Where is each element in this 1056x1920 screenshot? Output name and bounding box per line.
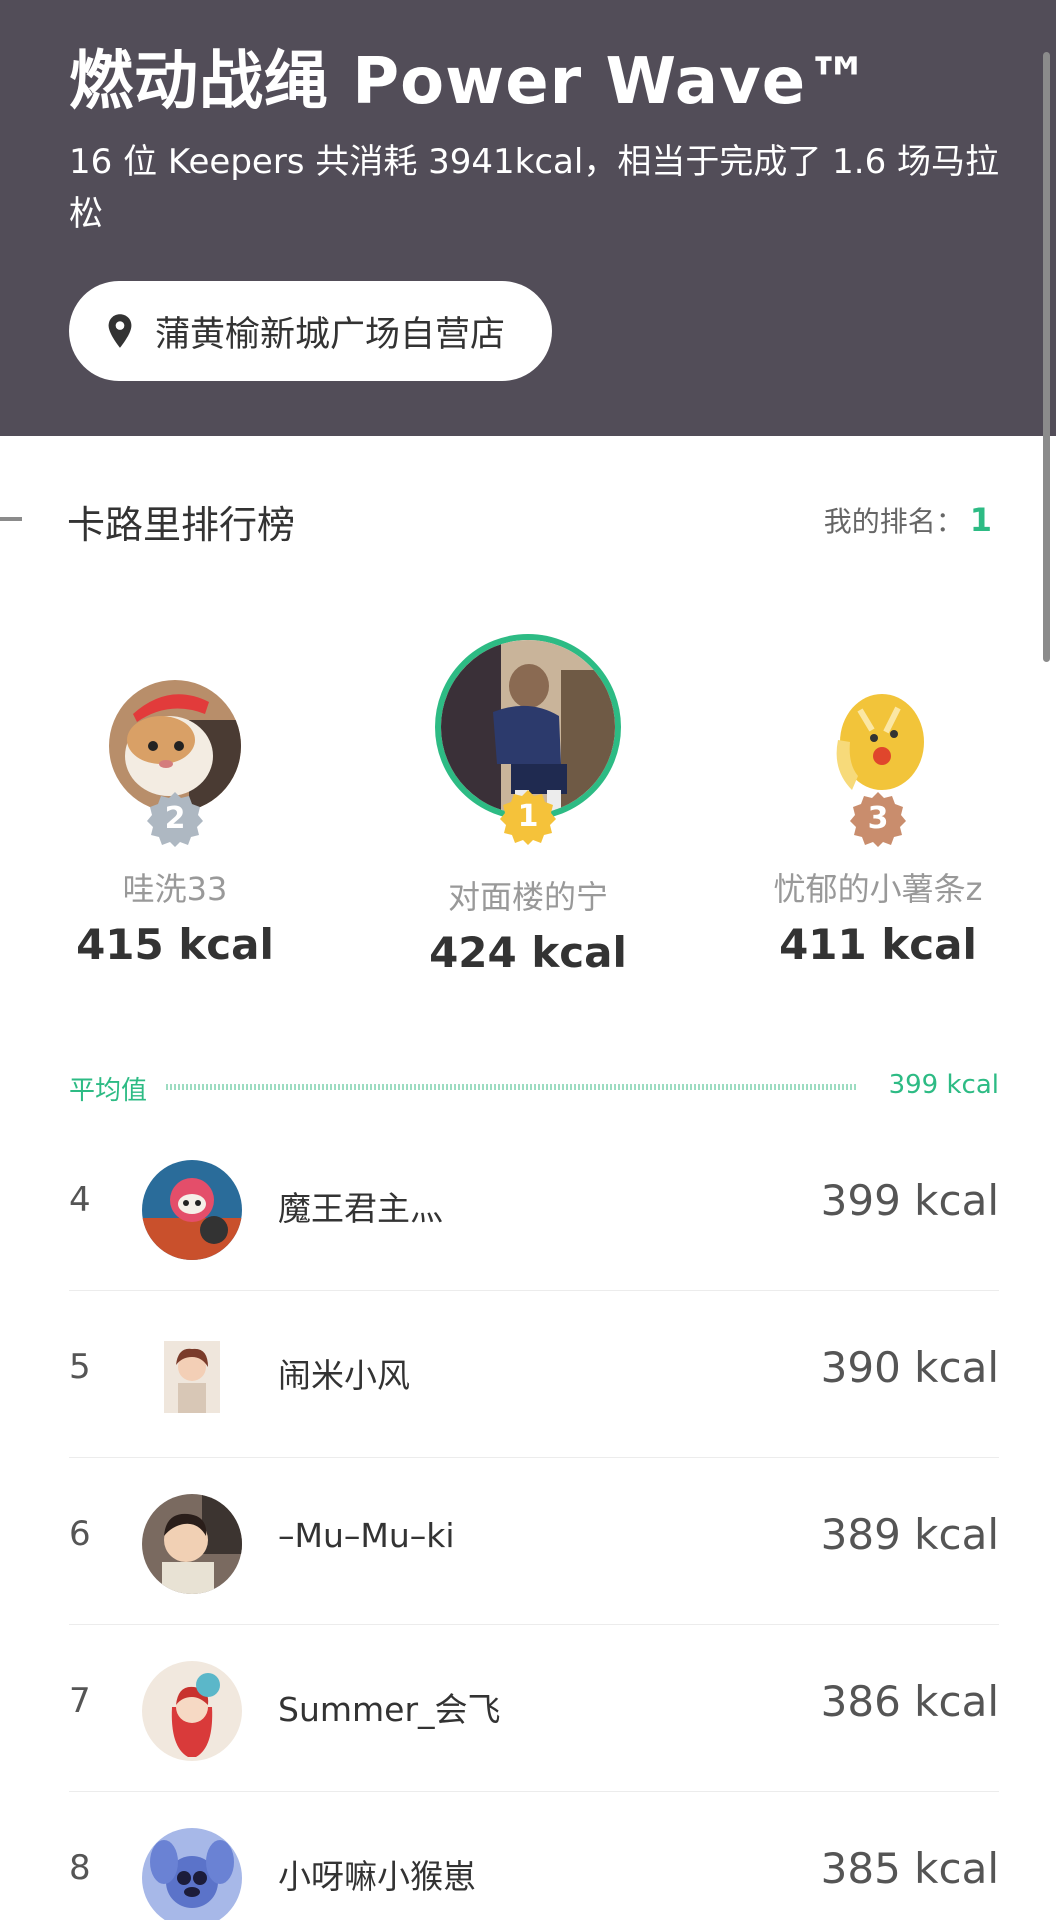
store-location-label: 蒲黄榆新城广场自营店	[155, 314, 506, 355]
hero-header: 燃动战绳 Power Wave™ 16 位 Keepers 共消耗 3941kc…	[0, 0, 1056, 436]
podium-name: 对面楼的宁	[447, 878, 608, 916]
leaderboard-title: 卡路里排行榜	[67, 503, 296, 547]
my-rank-value: 1	[969, 501, 992, 539]
section-indicator	[0, 517, 22, 521]
rank-number: 7	[69, 1681, 91, 1721]
list-item[interactable]: 6 –Mu–Mu–ki 389 kcal	[69, 1458, 999, 1625]
user-name: –Mu–Mu–ki	[278, 1516, 455, 1555]
rank-number: 6	[69, 1514, 91, 1554]
rank-number: 8	[69, 1848, 91, 1888]
average-value: 399 kcal	[888, 1070, 999, 1100]
rank-number: 2	[164, 801, 186, 836]
kcal-value: 390 kcal	[820, 1343, 999, 1392]
rank-badge: 1	[499, 788, 557, 846]
rank-number: 1	[517, 799, 539, 834]
podium-kcal: 411 kcal	[779, 920, 977, 969]
rank-number: 5	[69, 1347, 91, 1387]
avatar	[142, 1828, 242, 1920]
average-label: 平均值	[69, 1076, 148, 1106]
store-location-button[interactable]: 蒲黄榆新城广场自营店	[69, 281, 552, 381]
user-name: Summer_会飞	[278, 1690, 501, 1729]
kcal-value: 386 kcal	[820, 1677, 999, 1726]
podium-second[interactable]: 2 哇洗33 415 kcal	[65, 680, 285, 969]
my-rank-label: 我的排名：	[823, 505, 964, 538]
podium-kcal: 424 kcal	[429, 928, 627, 977]
list-item[interactable]: 4 魔王君主灬 399 kcal	[69, 1124, 999, 1291]
list-item[interactable]: 5 闹米小风 390 kcal	[69, 1291, 999, 1458]
podium-name: 忧郁的小薯条z	[773, 870, 983, 908]
avatar	[142, 1160, 242, 1260]
rank-number: 3	[867, 801, 889, 836]
page-title: 燃动战绳 Power Wave™	[69, 45, 872, 119]
rank-badge: 2	[146, 790, 204, 848]
list-item[interactable]: 7 Summer_会飞 386 kcal	[69, 1625, 999, 1792]
list-item[interactable]: 8 小呀嘛小猴崽 385 kcal	[69, 1792, 999, 1920]
kcal-value: 389 kcal	[820, 1510, 999, 1559]
my-rank: 我的排名： 1	[824, 500, 992, 540]
rank-number: 4	[69, 1180, 91, 1220]
kcal-value: 399 kcal	[820, 1176, 999, 1225]
avatar	[142, 1327, 242, 1427]
avatar	[142, 1494, 242, 1594]
user-name: 小呀嘛小猴崽	[278, 1857, 476, 1896]
user-name: 闹米小风	[278, 1356, 410, 1395]
podium-third[interactable]: 3 忧郁的小薯条z 411 kcal	[753, 680, 1003, 969]
scrollbar[interactable]	[1043, 52, 1050, 662]
location-pin-icon	[108, 314, 132, 348]
user-name: 魔王君主灬	[278, 1189, 443, 1228]
podium-name: 哇洗33	[122, 870, 228, 908]
rank-badge: 3	[849, 790, 907, 848]
podium-first[interactable]: 1 对面楼的宁 424 kcal	[403, 634, 653, 977]
average-divider	[166, 1084, 856, 1090]
summary-text: 16 位 Keepers 共消耗 3941kcal，相当于完成了 1.6 场马拉…	[69, 142, 1000, 234]
avatar	[142, 1661, 242, 1761]
podium-kcal: 415 kcal	[76, 920, 274, 969]
kcal-value: 385 kcal	[820, 1844, 999, 1893]
